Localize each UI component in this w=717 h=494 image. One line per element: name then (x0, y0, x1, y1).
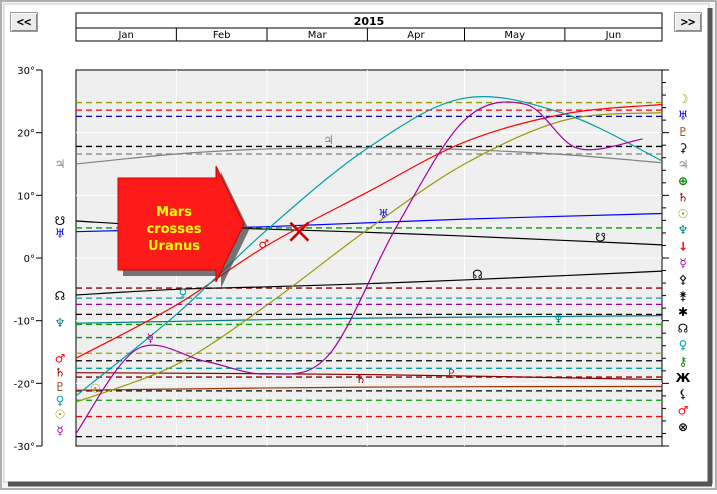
planet-glyph: ☿ (147, 331, 154, 345)
planet-glyph: ⊗ (678, 420, 688, 434)
planet-glyph: ⚴ (679, 272, 688, 286)
y-tick-label: -30° (14, 442, 35, 453)
planet-glyph: ♄ (678, 190, 689, 204)
planet-glyph: ♀ (178, 287, 187, 301)
planet-glyph: ⚵ (679, 289, 688, 303)
planet-glyph: ⊕ (678, 174, 688, 188)
planet-glyph: ♇ (678, 125, 689, 139)
month-label: Apr (407, 30, 425, 41)
planet-glyph: ☊ (55, 289, 66, 303)
planet-glyph: ♅ (678, 108, 689, 122)
y-tick-label: 10° (17, 191, 35, 202)
planet-glyph: ✱ (678, 305, 688, 319)
previous-period-button[interactable]: << (10, 12, 38, 32)
planet-glyph: ♅ (378, 207, 389, 221)
chart-window: 2015 Jan Feb Mar Apr May Jun 30° 20° 10° 0° -10° -20… (0, 0, 717, 490)
y-tick-label: 0° (24, 254, 35, 265)
planet-glyph: ♆ (678, 223, 689, 237)
planet-glyph: ⚸ (679, 387, 688, 401)
month-label: Jun (605, 30, 622, 41)
planet-glyph: ♆ (553, 312, 564, 326)
planet-glyph: ♅ (55, 227, 66, 241)
planet-glyph: ♀ (679, 338, 688, 352)
planet-glyph: ☉ (90, 381, 101, 395)
planet-glyph: ♄ (356, 372, 367, 386)
planet-glyph: ☿ (679, 256, 686, 270)
planet-glyph: ⚳ (679, 141, 688, 155)
y-tick-label: 20° (17, 129, 35, 140)
planet-glyph: ☊ (472, 267, 483, 281)
planet-glyph: ♃ (323, 133, 334, 147)
annotation-text: Mars (156, 205, 192, 220)
planet-glyph: ⚷ (679, 354, 688, 368)
planet-glyph: Ж (676, 371, 691, 385)
planet-glyph: ♂ (55, 351, 66, 365)
planet-glyph: ♂ (258, 237, 269, 251)
planet-glyph: ☉ (678, 207, 689, 221)
declination-chart: 2015 Jan Feb Mar Apr May Jun 30° 20° 10° 0° -10° -20… (0, 0, 717, 490)
planet-glyph: ♇ (55, 380, 66, 394)
planet-glyph: ♃ (55, 157, 66, 171)
planet-glyph: ♇ (446, 367, 457, 381)
y-tick-label: -20° (14, 379, 35, 390)
month-label: Feb (213, 30, 231, 41)
planet-glyph: ↓ (678, 240, 688, 254)
next-period-button[interactable]: >> (674, 12, 702, 32)
planet-glyph: ♆ (55, 316, 66, 330)
planet-glyph: ♀ (56, 393, 65, 407)
planet-glyph: ♄ (55, 366, 66, 380)
y-tick-label: 30° (17, 66, 35, 77)
planet-glyph: ♃ (678, 158, 689, 172)
month-label: May (504, 30, 525, 41)
planet-glyph: ☿ (56, 423, 63, 437)
annotation-text: Uranus (148, 239, 200, 254)
month-label: Mar (308, 30, 328, 41)
planet-glyph: ♂ (678, 404, 689, 418)
planet-glyph: ☊ (678, 322, 689, 336)
planet-glyph: ☉ (55, 408, 66, 422)
annotation-text: crosses (146, 222, 201, 237)
y-tick-label: -10° (14, 317, 35, 328)
planet-glyph: ☽ (678, 92, 689, 106)
planet-glyph: ☋ (595, 230, 606, 244)
chart-title: 2015 (354, 15, 385, 28)
month-label: Jan (117, 30, 133, 41)
